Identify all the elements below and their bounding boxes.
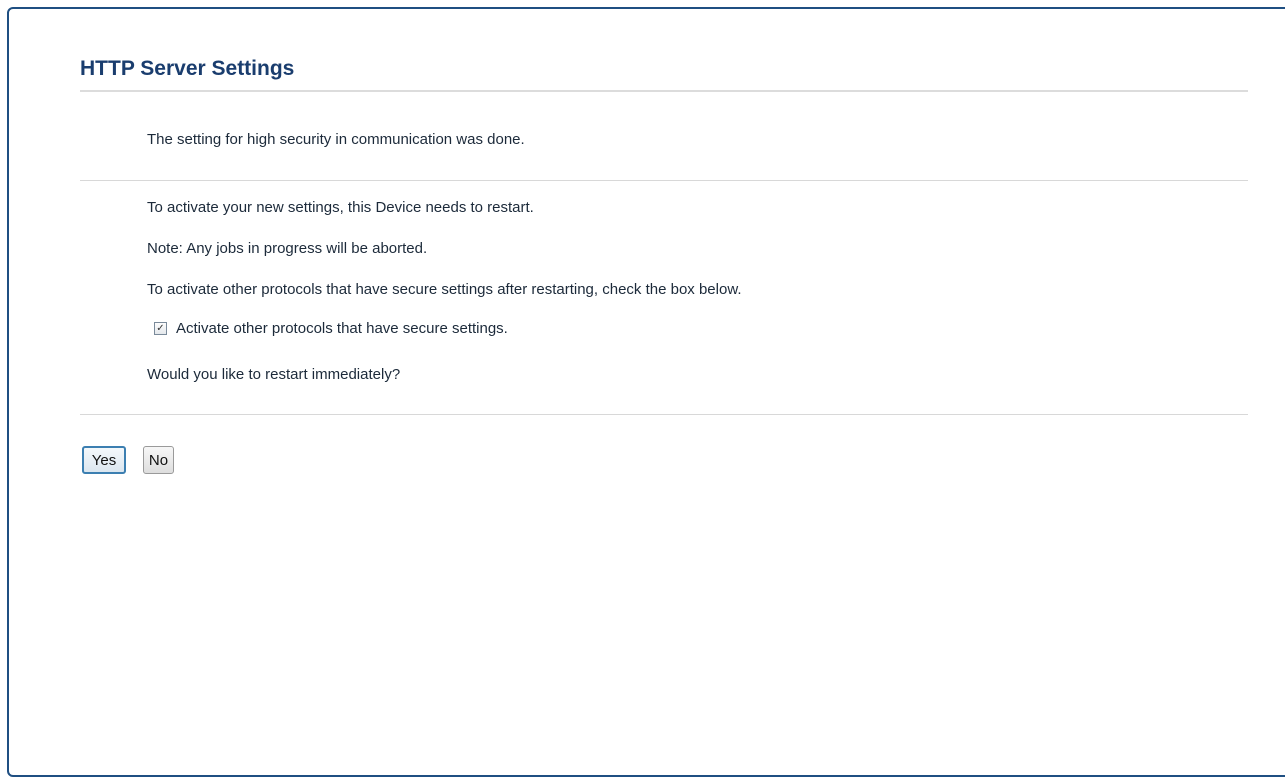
activate-other-instructions: To activate other protocols that have se…	[147, 281, 742, 298]
abort-note: Note: Any jobs in progress will be abort…	[147, 240, 428, 257]
restart-needed-message: To activate your new settings, this Devi…	[147, 199, 534, 216]
no-button[interactable]: No	[143, 446, 174, 474]
page-title: HTTP Server Settings	[80, 57, 295, 80]
section-divider	[80, 180, 1248, 181]
yes-button[interactable]: Yes	[82, 446, 126, 474]
restart-question: Would you like to restart immediately?	[147, 366, 401, 383]
settings-frame: HTTP Server Settings The setting for hig…	[7, 7, 1285, 777]
title-divider	[80, 90, 1248, 92]
completion-message: The setting for high security in communi…	[147, 131, 525, 148]
activate-protocols-checkbox[interactable]: ✓	[154, 322, 167, 335]
activate-protocols-option[interactable]: ✓ Activate other protocols that have sec…	[154, 320, 508, 337]
checkmark-icon: ✓	[156, 322, 165, 334]
buttons-divider	[80, 414, 1248, 415]
activate-protocols-label: Activate other protocols that have secur…	[176, 320, 508, 337]
